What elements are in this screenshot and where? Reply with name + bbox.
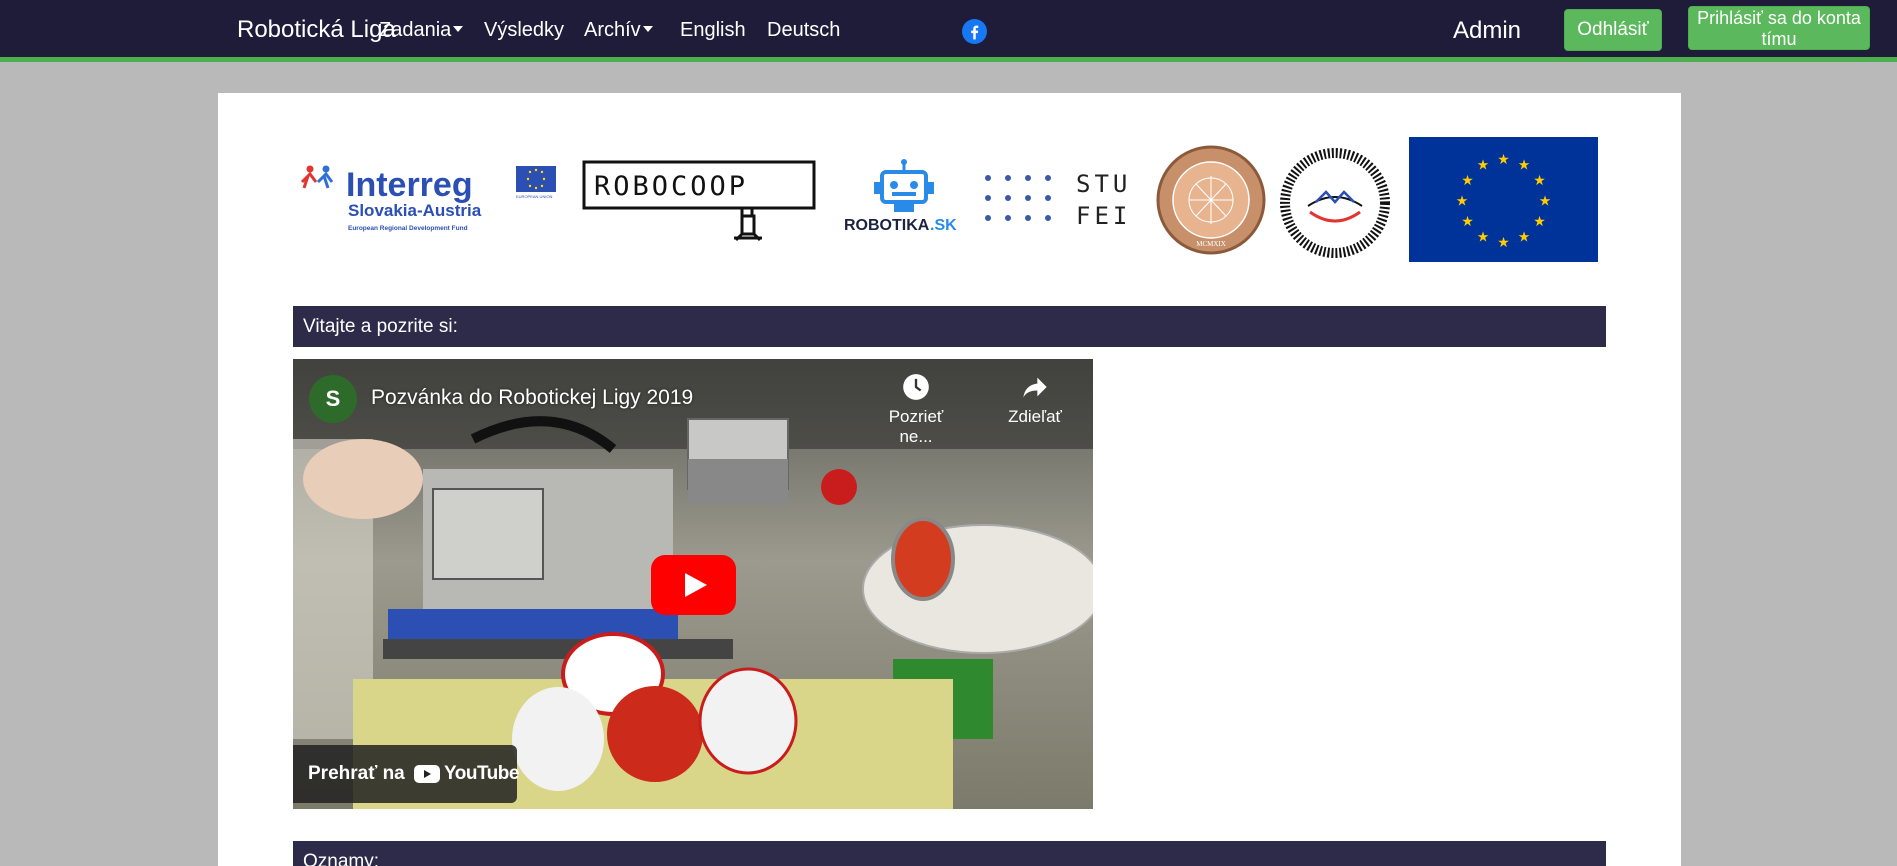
svg-text:★: ★ bbox=[1539, 194, 1552, 210]
comenius-university-seal: MCMXIX bbox=[1156, 145, 1266, 255]
svg-text:★: ★ bbox=[1533, 173, 1546, 189]
admin-link[interactable]: Admin bbox=[1453, 17, 1521, 45]
eu-flag: ★ ★ ★ ★ ★ ★ ★ ★ ★ ★ ★ ★ bbox=[1409, 137, 1598, 262]
youtube-wordmark: YouTube bbox=[444, 763, 519, 784]
play-icon[interactable] bbox=[651, 555, 736, 615]
team-login-button[interactable]: Prihlásiť sa do konta tímu bbox=[1688, 6, 1870, 50]
stu-line2: FEI bbox=[1076, 202, 1131, 230]
watch-later-button[interactable]: Pozrieť ne... bbox=[871, 373, 961, 447]
svg-text:★: ★ bbox=[1533, 214, 1546, 230]
nav-deutsch-link[interactable]: Deutsch bbox=[767, 18, 840, 42]
svg-text:★: ★ bbox=[1461, 214, 1474, 230]
robotika-name: ROBOTIKA bbox=[844, 217, 930, 234]
svg-text:★: ★ bbox=[1518, 230, 1531, 246]
nav-vysledky-link[interactable]: Výsledky bbox=[484, 18, 564, 42]
facebook-icon[interactable] bbox=[962, 19, 987, 44]
interreg-eu-caption: EUROPEAN UNION bbox=[516, 194, 553, 199]
brand-link[interactable]: Robotická Liga bbox=[237, 16, 396, 44]
svg-text:★: ★ bbox=[1497, 235, 1510, 251]
robocoop-logo: ROBOCOOP bbox=[582, 160, 816, 242]
interreg-region: Slovakia-Austria bbox=[348, 201, 482, 220]
interreg-name: Interreg bbox=[346, 166, 473, 204]
watch-on-youtube-button[interactable]: Prehrať na YouTube bbox=[293, 745, 519, 803]
share-label: Zdieľať bbox=[1008, 407, 1062, 426]
clock-icon bbox=[903, 374, 929, 400]
robocoop-name: ROBOCOOP bbox=[594, 171, 748, 202]
interreg-logo: Interreg Slovakia-Austria European Regio… bbox=[300, 165, 556, 232]
share-button[interactable]: Zdieľať bbox=[990, 373, 1080, 427]
nav-zadania-label: Zadania bbox=[379, 19, 452, 41]
svg-text:★: ★ bbox=[1477, 230, 1490, 246]
svg-text:★: ★ bbox=[1497, 152, 1510, 168]
watch-on-label: Prehrať na bbox=[308, 763, 405, 784]
stu-line1: STU bbox=[1076, 170, 1131, 198]
nav-zadania-dropdown[interactable]: Zadania bbox=[379, 18, 464, 42]
svg-text:★: ★ bbox=[1477, 158, 1490, 174]
youtube-video-player[interactable]: S Pozvánka do Robotickej Ligy 2019 Pozri… bbox=[293, 359, 1093, 809]
interreg-fund: European Regional Development Fund bbox=[348, 225, 468, 232]
robotika-suffix: .SK bbox=[930, 217, 957, 234]
caret-down-icon bbox=[642, 25, 653, 32]
announcements-section-header: Oznamy: bbox=[293, 841, 1606, 866]
share-icon bbox=[1023, 377, 1047, 398]
robotika-logo: ROBOTIKA .SK bbox=[844, 159, 957, 234]
video-title[interactable]: Pozvánka do Robotickej Ligy 2019 bbox=[371, 385, 693, 411]
caret-down-icon bbox=[453, 25, 464, 32]
cvti-logo bbox=[1280, 148, 1390, 258]
nav-archiv-dropdown[interactable]: Archív bbox=[584, 18, 653, 42]
welcome-section-header: Vitajte a pozrite si: bbox=[293, 306, 1606, 347]
svg-text:★: ★ bbox=[1461, 173, 1474, 189]
stu-fei-logo: STU FEI bbox=[985, 170, 1131, 230]
uk-year: MCMXIX bbox=[1196, 240, 1226, 248]
nav-archiv-label: Archív bbox=[584, 19, 641, 41]
logout-button[interactable]: Odhlásiť bbox=[1564, 9, 1662, 51]
svg-text:★: ★ bbox=[1518, 158, 1531, 174]
youtube-logo-icon bbox=[414, 765, 440, 783]
watch-later-label: Pozrieť ne... bbox=[888, 407, 944, 446]
channel-avatar[interactable]: S bbox=[309, 375, 357, 423]
top-navbar: Robotická Liga Zadania Výsledky Archív E… bbox=[0, 0, 1897, 62]
svg-text:★: ★ bbox=[1456, 194, 1469, 210]
nav-english-link[interactable]: English bbox=[680, 18, 746, 42]
